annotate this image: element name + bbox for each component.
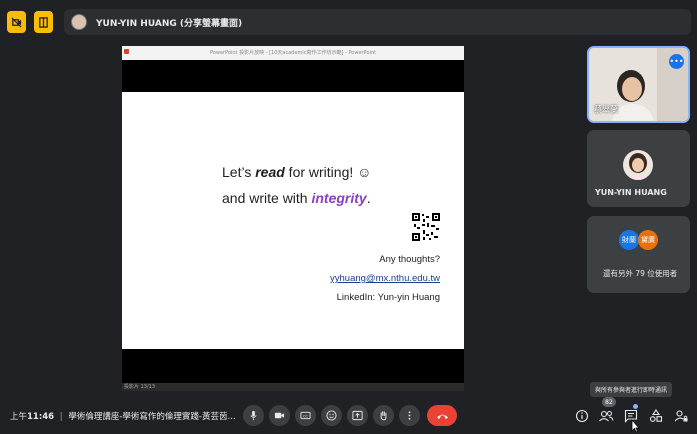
no-camera-icon xyxy=(11,16,22,28)
emoji-icon xyxy=(326,410,337,421)
mic-button[interactable] xyxy=(243,405,264,426)
leave-call-button[interactable] xyxy=(427,405,457,426)
meeting-info: 上午11:46 | 學術倫理講座-學術寫作的倫理實踐-黃芸茵... xyxy=(10,412,236,422)
meeting-title: 學術倫理講座-學術寫作的倫理實踐-黃芸茵... xyxy=(68,412,236,422)
participant-name: YUN-YIN HUANG xyxy=(595,188,667,197)
participant-name: 蔡翠蘭 xyxy=(594,105,618,114)
slide-line-2: and write with integrity. xyxy=(222,190,371,206)
raise-hand-button[interactable] xyxy=(373,405,394,426)
clock-period: 上午 xyxy=(10,412,28,422)
hang-up-icon xyxy=(436,414,448,419)
people-button[interactable] xyxy=(597,408,615,424)
microphone-icon xyxy=(250,410,257,421)
camera-icon xyxy=(274,412,285,419)
slide-counter: 投影片 13/13 xyxy=(124,384,155,390)
captions-button[interactable]: CC xyxy=(295,405,316,426)
other-participants-tile[interactable]: 財蘭 黛廣 還有另外 79 位使用者 xyxy=(587,216,690,293)
clock-time: 11:46 xyxy=(27,412,55,422)
more-options-button[interactable] xyxy=(399,405,420,426)
presenter-avatar xyxy=(71,14,87,30)
chat-notification-dot xyxy=(633,404,638,409)
others-count-label: 還有另外 79 位使用者 xyxy=(603,269,678,278)
any-thoughts: Any thoughts? xyxy=(379,254,440,265)
more-options-button[interactable]: ••• xyxy=(669,54,684,69)
svg-text:CC: CC xyxy=(303,414,309,418)
slide-line-1: Let’s read for writing! ☺ xyxy=(222,164,372,180)
layout-button[interactable] xyxy=(34,11,53,33)
powerpoint-icon xyxy=(124,49,129,54)
lock-person-icon xyxy=(674,410,688,422)
host-controls-button[interactable] xyxy=(673,408,689,424)
avatar: 財蘭 xyxy=(619,230,639,250)
email-link[interactable]: yyhuang@mx.nthu.edu.tw xyxy=(330,273,440,284)
hide-self-view-button[interactable] xyxy=(7,11,26,33)
hand-icon xyxy=(380,411,387,421)
qr-code xyxy=(412,213,440,241)
emoji-button[interactable] xyxy=(321,405,342,426)
people-icon xyxy=(599,410,614,422)
participant-count-badge: 82 xyxy=(602,397,616,407)
slideshow-status-bar: 投影片 13/13 xyxy=(122,383,464,391)
participant-tile-2[interactable]: YUN-YIN HUANG xyxy=(587,130,690,207)
captions-icon: CC xyxy=(300,411,311,420)
activities-button[interactable] xyxy=(648,408,664,424)
mouse-cursor-icon xyxy=(631,419,640,433)
linkedin-text: LinkedIn: Yun-yin Huang xyxy=(336,292,440,303)
powerpoint-title-bar: PowerPoint 投影片放映 - [10天academic寫作工作坊示範] … xyxy=(122,46,464,60)
present-screen-icon xyxy=(352,410,363,421)
present-button[interactable] xyxy=(347,405,368,426)
meeting-details-button[interactable] xyxy=(574,408,590,424)
chat-tooltip: 與所有參與者進行即時通訊 xyxy=(590,382,672,397)
more-vert-icon xyxy=(408,411,411,420)
presenter-label: YUN-YIN HUANG (分享螢幕畫面) xyxy=(96,18,243,29)
presenter-bar: YUN-YIN HUANG (分享螢幕畫面) xyxy=(64,9,691,35)
camera-button[interactable] xyxy=(269,405,290,426)
panel-icon xyxy=(39,16,48,28)
participant-tile-1[interactable]: 蔡翠蘭 ••• xyxy=(587,46,690,123)
info-icon xyxy=(575,409,589,423)
shapes-icon xyxy=(649,409,663,422)
avatar: 黛廣 xyxy=(638,230,658,250)
more-dots-icon: ••• xyxy=(669,56,684,66)
avatar xyxy=(623,150,653,180)
